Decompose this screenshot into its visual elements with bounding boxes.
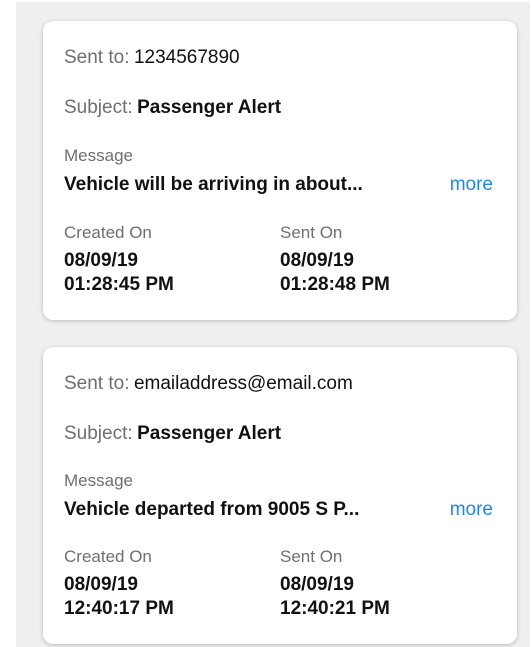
message-text: Vehicle will be arriving in about... — [64, 174, 363, 195]
sent-to-row: Sent to: emailaddress@email.com — [64, 373, 353, 395]
sent-on-date: 08/09/19 — [280, 574, 354, 595]
created-on-block: Created On 08/09/19 12:40:17 PM — [64, 545, 174, 621]
subject-value: Passenger Alert — [137, 423, 282, 444]
subject-row: Subject: Passenger Alert — [64, 97, 281, 119]
created-on-date: 08/09/19 — [64, 250, 138, 271]
sent-to-value: emailaddress@email.com — [133, 373, 353, 394]
created-on-label: Created On — [64, 223, 152, 242]
subject-label: Subject: — [64, 97, 133, 118]
message-label: Message — [64, 146, 133, 165]
sent-on-block: Sent On 08/09/19 12:40:21 PM — [280, 545, 390, 621]
created-on-block: Created On 08/09/19 01:28:45 PM — [64, 221, 174, 297]
sent-to-row: Sent to: 1234567890 — [64, 47, 240, 69]
sent-to-label: Sent to: — [64, 373, 130, 394]
sent-on-date: 08/09/19 — [280, 250, 354, 271]
created-on-time: 01:28:45 PM — [64, 274, 174, 295]
sent-to-label: Sent to: — [64, 47, 130, 68]
sent-on-label: Sent On — [280, 547, 343, 566]
sent-on-label: Sent On — [280, 223, 343, 242]
created-on-date: 08/09/19 — [64, 574, 138, 595]
sent-on-block: Sent On 08/09/19 01:28:48 PM — [280, 221, 390, 297]
messages-screen: Sent to: 1234567890 Subject: Passenger A… — [16, 2, 530, 647]
sent-on-time: 12:40:21 PM — [280, 598, 390, 619]
message-card[interactable]: Sent to: emailaddress@email.com Subject:… — [43, 347, 517, 644]
created-on-label: Created On — [64, 547, 152, 566]
sent-to-value: 1234567890 — [133, 47, 240, 68]
message-text: Vehicle departed from 9005 S P... — [64, 499, 360, 520]
message-label: Message — [64, 471, 133, 490]
subject-label: Subject: — [64, 423, 133, 444]
sent-on-time: 01:28:48 PM — [280, 274, 390, 295]
created-on-time: 12:40:17 PM — [64, 598, 174, 619]
subject-value: Passenger Alert — [137, 97, 282, 118]
subject-row: Subject: Passenger Alert — [64, 423, 281, 445]
message-card[interactable]: Sent to: 1234567890 Subject: Passenger A… — [43, 21, 517, 320]
more-link[interactable]: more — [450, 174, 493, 196]
more-link[interactable]: more — [450, 499, 493, 521]
